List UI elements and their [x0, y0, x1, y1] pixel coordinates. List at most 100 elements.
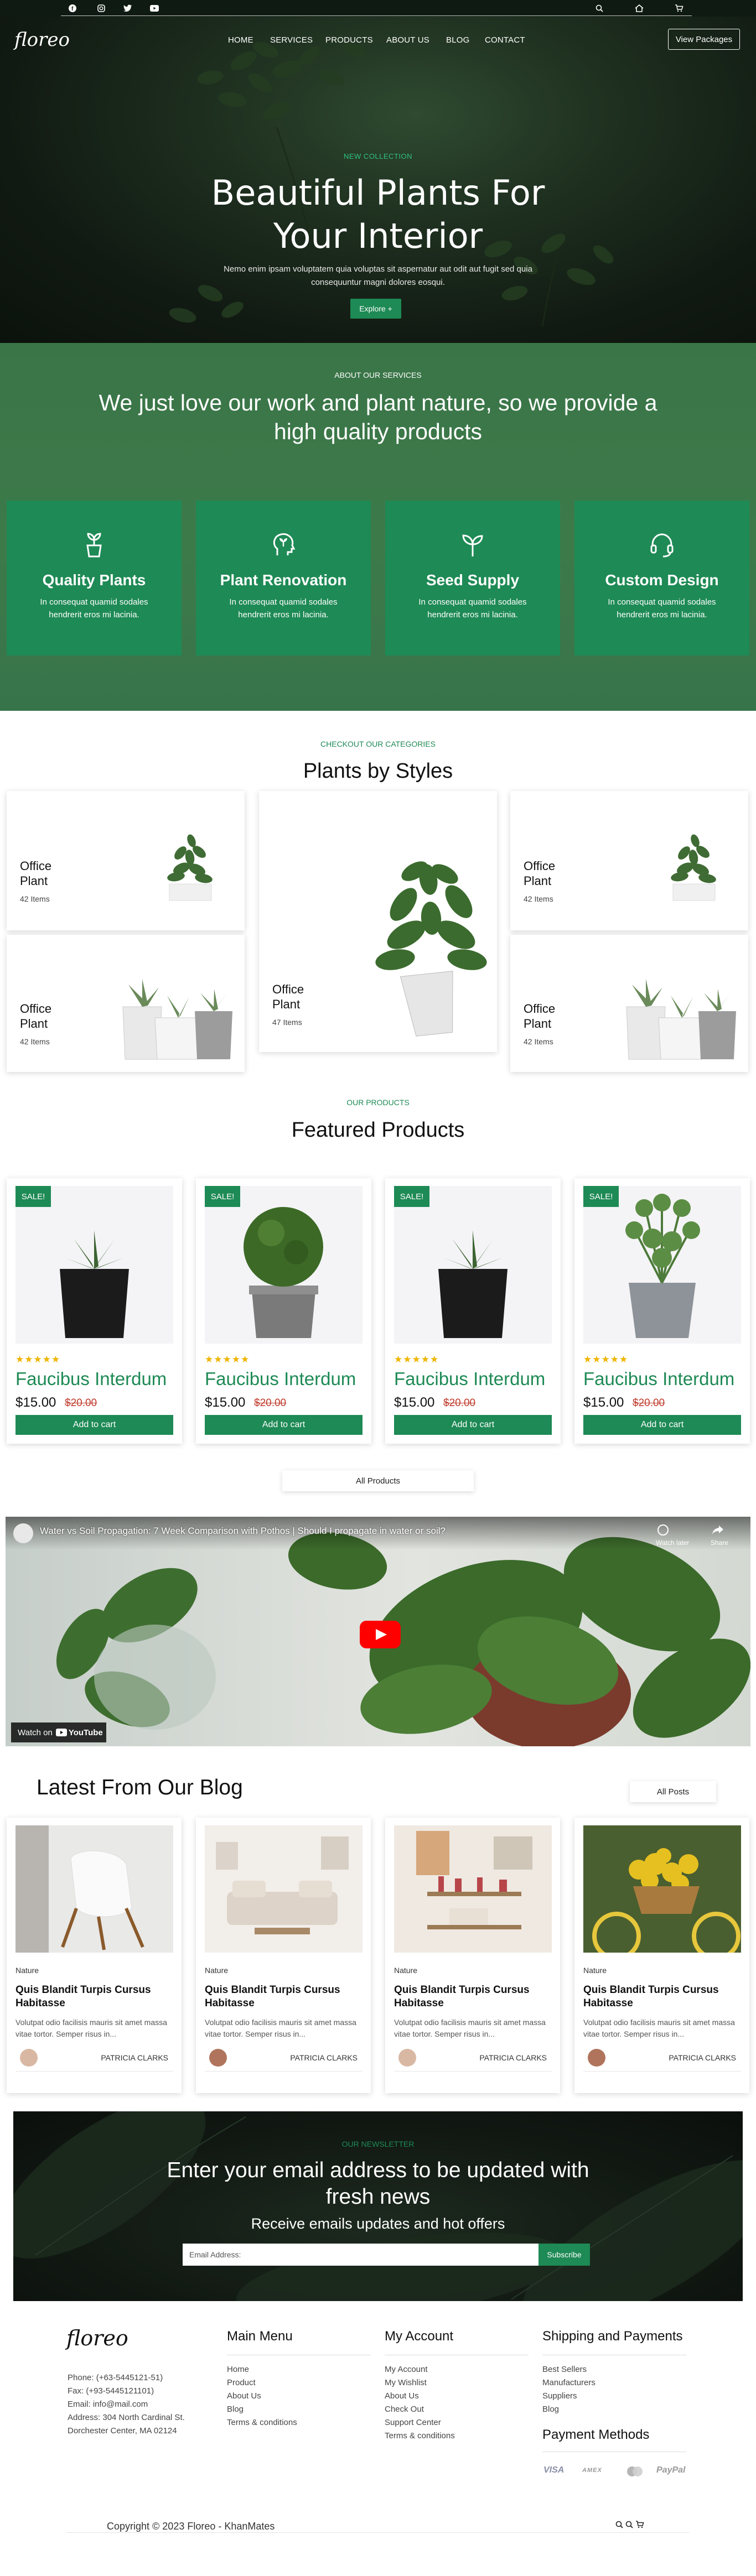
- share-label[interactable]: Share: [711, 1539, 728, 1547]
- products-subtitle: OUR PRODUCTS: [346, 1098, 410, 1107]
- product-card[interactable]: SALE! ★★★★★ Faucibus Interdum $15.00 $20…: [196, 1178, 371, 1444]
- blog-category[interactable]: Nature: [15, 1966, 39, 1975]
- share-icon[interactable]: [712, 1524, 724, 1536]
- search-icon[interactable]: [615, 2521, 623, 2531]
- blog-card[interactable]: Nature Quis Blandit Turpis Cursus Habita…: [7, 1818, 182, 2093]
- facebook-icon[interactable]: f: [68, 3, 77, 13]
- blog-author[interactable]: PATRICIA CLARKS: [101, 2053, 168, 2062]
- blog-card[interactable]: Nature Quis Blandit Turpis Cursus Habita…: [385, 1818, 560, 2093]
- product-card[interactable]: SALE! ★★★★★ Faucibus Interdum $15.00 $20…: [385, 1178, 561, 1444]
- product-name[interactable]: Faucibus Interdum: [15, 1368, 167, 1390]
- watch-later-label[interactable]: Watch later: [656, 1539, 689, 1547]
- category-card[interactable]: Office Plant 42 Items: [7, 935, 245, 1072]
- footer-link-terms[interactable]: Terms & conditions: [227, 2416, 297, 2429]
- contact-email[interactable]: Email: info@mail.com: [68, 2398, 200, 2411]
- service-card-quality-plants[interactable]: Quality Plants In consequat quamid sodal…: [7, 501, 182, 655]
- cart-icon[interactable]: [674, 3, 684, 13]
- nav-blog[interactable]: BLOG: [446, 35, 469, 45]
- footer-logo[interactable]: floreo: [66, 2326, 128, 2350]
- newsletter-title: Enter your email address to be updated w…: [167, 2158, 589, 2209]
- footer-link-check-out[interactable]: Check Out: [385, 2403, 455, 2416]
- categories-title: Plants by Styles: [303, 759, 453, 783]
- instagram-icon[interactable]: [96, 3, 106, 13]
- category-name: Office Plant: [524, 859, 556, 888]
- footer-link-suppliers[interactable]: Suppliers: [542, 2390, 596, 2403]
- add-to-cart-button[interactable]: Add to cart: [394, 1415, 552, 1435]
- all-posts-button[interactable]: All Posts: [630, 1781, 716, 1802]
- category-card[interactable]: Office Plant 42 Items: [510, 791, 748, 930]
- blog-category[interactable]: Nature: [394, 1966, 417, 1975]
- category-card[interactable]: Office Plant 42 Items: [7, 791, 245, 930]
- sprout-pot-icon: [86, 533, 102, 558]
- explore-button[interactable]: Explore +: [350, 299, 401, 319]
- nav-about-us[interactable]: ABOUT US: [386, 35, 429, 45]
- product-name[interactable]: Faucibus Interdum: [583, 1368, 734, 1390]
- twitter-icon[interactable]: [123, 3, 133, 13]
- blog-post-title[interactable]: Quis Blandit Turpis Cursus Habitasse: [205, 1984, 363, 2010]
- clock-icon[interactable]: [657, 1524, 669, 1536]
- blog-author[interactable]: PATRICIA CLARKS: [290, 2053, 358, 2062]
- search-icon[interactable]: [625, 2521, 633, 2531]
- blog-title: Latest From Our Blog: [37, 1776, 243, 1799]
- category-card[interactable]: Office Plant 47 Items: [259, 791, 497, 1052]
- youtube-icon[interactable]: [149, 3, 159, 13]
- blog-author[interactable]: PATRICIA CLARKS: [669, 2053, 736, 2062]
- category-card[interactable]: Office Plant 42 Items: [510, 935, 748, 1072]
- nav-home[interactable]: HOME: [228, 35, 253, 45]
- add-to-cart-button[interactable]: Add to cart: [583, 1415, 741, 1435]
- blog-post-title[interactable]: Quis Blandit Turpis Cursus Habitasse: [15, 1984, 173, 2010]
- nav-contact[interactable]: CONTACT: [485, 35, 525, 45]
- product-name[interactable]: Faucibus Interdum: [205, 1368, 356, 1390]
- footer-link-terms[interactable]: Terms & conditions: [385, 2429, 455, 2443]
- blog-author[interactable]: PATRICIA CLARKS: [479, 2053, 547, 2062]
- footer-link-support-center[interactable]: Support Center: [385, 2416, 455, 2429]
- footer-link-best-sellers[interactable]: Best Sellers: [542, 2363, 596, 2376]
- shipping-list: Best Sellers Manufacturers Suppliers Blo…: [542, 2363, 596, 2416]
- product-old-price: $20.00: [443, 1397, 476, 1409]
- service-card-seed-supply[interactable]: Seed Supply In consequat quamid sodales …: [385, 501, 560, 655]
- play-button[interactable]: [360, 1621, 401, 1648]
- avatar: [20, 2049, 38, 2067]
- email-field[interactable]: Email Address:: [183, 2244, 538, 2266]
- channel-avatar[interactable]: [13, 1523, 33, 1543]
- footer-link-manufacturers[interactable]: Manufacturers: [542, 2376, 596, 2390]
- service-card-custom-design[interactable]: Custom Design In consequat quamid sodale…: [574, 501, 749, 655]
- nav-services[interactable]: SERVICES: [270, 35, 313, 45]
- view-packages-button[interactable]: View Packages: [668, 29, 740, 50]
- video-embed[interactable]: Water vs Soil Propagation: 7 Week Compar…: [6, 1517, 750, 1746]
- footer-link-my-account[interactable]: My Account: [385, 2363, 455, 2376]
- divider: [583, 2071, 741, 2072]
- product-price: $15.00: [205, 1395, 246, 1410]
- footer-link-my-wishlist[interactable]: My Wishlist: [385, 2376, 455, 2390]
- video-title[interactable]: Water vs Soil Propagation: 7 Week Compar…: [40, 1526, 446, 1537]
- all-products-button[interactable]: All Products: [282, 1470, 474, 1491]
- home-icon[interactable]: [634, 3, 644, 13]
- sale-badge: SALE!: [15, 1186, 51, 1207]
- brand-logo[interactable]: floreo: [14, 29, 70, 51]
- product-card[interactable]: SALE! ★★★★★ Faucibus Interdum $15.00 $20…: [7, 1178, 182, 1444]
- blog-post-title[interactable]: Quis Blandit Turpis Cursus Habitasse: [394, 1984, 552, 2010]
- blog-post-title[interactable]: Quis Blandit Turpis Cursus Habitasse: [583, 1984, 741, 2010]
- add-to-cart-button[interactable]: Add to cart: [205, 1415, 363, 1435]
- cart-icon[interactable]: [635, 2521, 644, 2531]
- product-price: $15.00: [394, 1395, 435, 1410]
- footer-link-blog[interactable]: Blog: [227, 2403, 297, 2416]
- subscribe-button[interactable]: Subscribe: [538, 2244, 590, 2266]
- blog-card[interactable]: Nature Quis Blandit Turpis Cursus Habita…: [574, 1818, 749, 2093]
- add-to-cart-button[interactable]: Add to cart: [15, 1415, 173, 1435]
- search-icon[interactable]: [594, 3, 604, 13]
- service-card-plant-renovation[interactable]: Plant Renovation In consequat quamid sod…: [196, 501, 371, 655]
- blog-category[interactable]: Nature: [205, 1966, 228, 1975]
- blog-card[interactable]: Nature Quis Blandit Turpis Cursus Habita…: [196, 1818, 371, 2093]
- product-name[interactable]: Faucibus Interdum: [394, 1368, 545, 1390]
- shipping-heading: Shipping and Payments: [542, 2329, 683, 2344]
- footer-link-about-us[interactable]: About Us: [227, 2390, 297, 2403]
- footer-link-about-us[interactable]: About Us: [385, 2390, 455, 2403]
- product-card[interactable]: SALE! ★★★★★ Faucibus Interdum $15.00 $20…: [574, 1178, 750, 1444]
- watch-on-youtube-button[interactable]: Watch on YouTube: [11, 1722, 106, 1742]
- footer-link-product[interactable]: Product: [227, 2376, 297, 2390]
- footer-link-home[interactable]: Home: [227, 2363, 297, 2376]
- blog-category[interactable]: Nature: [583, 1966, 607, 1975]
- footer-link-blog[interactable]: Blog: [542, 2403, 596, 2416]
- nav-products[interactable]: PRODUCTS: [325, 35, 373, 45]
